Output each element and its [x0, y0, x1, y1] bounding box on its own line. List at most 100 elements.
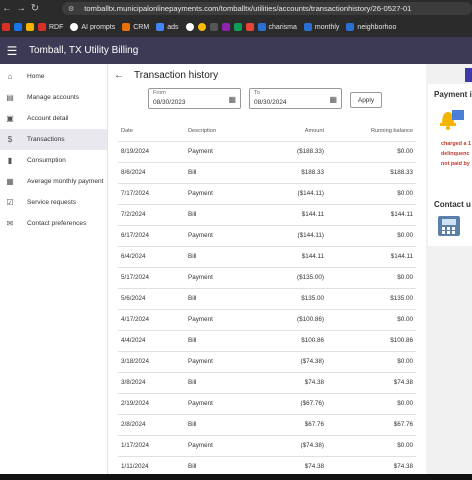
browser-toolbar: ← → ↻ ⚙ tomballtx.municipalonlinepayment…	[0, 0, 472, 17]
cell-balance: $135.00	[324, 288, 416, 310]
table-row: 4/17/2024 Payment ($100.86) $0.00	[118, 309, 416, 331]
from-label: From	[153, 90, 166, 96]
sidebar-item-label: Consumption	[27, 157, 66, 164]
address-bar[interactable]: ⚙ tomballtx.municipalonlinepayments.com/…	[62, 2, 472, 15]
bookmark-icon[interactable]	[26, 23, 34, 31]
table-row: 7/2/2024 Bill $144.11 $144.11	[118, 204, 416, 226]
cell-date: 2/19/2024	[118, 393, 188, 415]
date-filters: From 08/30/2023 ▦ To 08/30/2024 ▦ Apply	[148, 88, 382, 109]
hamburger-menu-icon[interactable]: ☰	[1, 44, 23, 58]
account-detail-icon: ▣	[6, 114, 14, 123]
cell-amount: $67.76	[246, 414, 324, 436]
cell-description: Payment	[188, 225, 246, 247]
forward-nav-icon[interactable]: →	[14, 3, 28, 14]
bookmark-icon[interactable]	[209, 23, 218, 31]
site-info-icon[interactable]: ⚙	[68, 5, 74, 13]
cell-description: Bill	[188, 330, 246, 352]
sidebar-item-transactions[interactable]: $ Transactions	[0, 129, 107, 150]
cell-description: Bill	[188, 204, 246, 226]
cell-description: Payment	[188, 309, 246, 331]
table-row: 5/6/2024 Bill $135.00 $135.00	[118, 288, 416, 310]
cell-date: 5/17/2024	[118, 267, 188, 289]
table-row: 5/17/2024 Payment ($135.00) $0.00	[118, 267, 416, 289]
sidebar-item-label: Transactions	[27, 136, 65, 143]
bookmark-crm[interactable]: CRM	[122, 23, 149, 31]
apply-button[interactable]: Apply	[350, 92, 382, 108]
cell-amount: ($74.38)	[246, 435, 324, 457]
cell-balance: $0.00	[324, 393, 416, 415]
sidebar-item-manage-accounts[interactable]: ▤ Manage accounts	[0, 87, 107, 108]
cell-date: 3/8/2024	[118, 372, 188, 394]
payment-info-card: Payment i charged a 1 delinquenc not pai…	[428, 84, 472, 209]
calendar-icon[interactable]: ▦	[228, 95, 236, 104]
column-header-description[interactable]: Description	[188, 121, 246, 142]
bookmark-icon[interactable]	[2, 23, 10, 31]
bookmark-icon[interactable]	[233, 23, 242, 31]
bookmark-icon[interactable]	[197, 23, 206, 31]
sidebar-item-home[interactable]: ⌂ Home	[0, 66, 107, 87]
cell-date: 3/18/2024	[118, 351, 188, 373]
cell-balance: $0.00	[324, 267, 416, 289]
consumption-icon: ▮	[7, 156, 13, 165]
sidebar-item-label: Account detail	[27, 115, 69, 122]
reload-icon[interactable]: ↻	[28, 3, 42, 14]
cell-date: 6/17/2024	[118, 225, 188, 247]
calendar-icon[interactable]: ▦	[329, 95, 337, 104]
to-date-field[interactable]: To 08/30/2024 ▦	[249, 88, 342, 109]
cell-amount: ($100.86)	[246, 309, 324, 331]
cell-description: Payment	[188, 267, 246, 289]
table-row: 4/4/2024 Bill $100.86 $100.86	[118, 330, 416, 352]
sidebar-item-contact-preferences[interactable]: ✉ Contact preferences	[0, 213, 107, 234]
table-header-row: Date Description Amount Running balance	[118, 121, 416, 142]
bookmark-rdf[interactable]: RDF	[38, 23, 63, 31]
page-title: Transaction history	[134, 69, 219, 81]
bookmark-monthly[interactable]: monthly	[303, 23, 339, 31]
table-row: 2/19/2024 Payment ($67.76) $0.00	[118, 393, 416, 415]
back-arrow-icon[interactable]: ←	[114, 70, 124, 81]
sidebar-item-consumption[interactable]: ▮ Consumption	[0, 150, 107, 171]
pay-button[interactable]	[465, 68, 472, 82]
bookmark-ai-prompts[interactable]: AI prompts	[70, 23, 115, 31]
sidebar: ⌂ Home ▤ Manage accounts ▣ Account detai…	[0, 64, 108, 480]
calendar-icon: ▦	[6, 177, 14, 186]
column-header-running-balance[interactable]: Running balance	[324, 121, 416, 142]
checkbox-icon: ☑	[6, 198, 14, 207]
table-row: 1/17/2024 Payment ($74.38) $0.00	[118, 435, 416, 457]
sidebar-item-label: Average monthly payment	[27, 178, 104, 185]
cell-description: Bill	[188, 288, 246, 310]
bookmark-neighborhood[interactable]: neighborhoo	[346, 23, 396, 31]
cell-balance: $188.33	[324, 162, 416, 184]
column-header-date[interactable]: Date	[118, 121, 188, 142]
cell-balance: $74.38	[324, 372, 416, 394]
bookmark-icon[interactable]	[14, 23, 22, 31]
table-row: 6/17/2024 Payment ($144.11) $0.00	[118, 225, 416, 247]
sidebar-item-average-monthly-payment[interactable]: ▦ Average monthly payment	[0, 171, 107, 192]
contact-card: Contact u	[428, 192, 472, 246]
bell-icon	[440, 110, 464, 130]
table-row: 2/8/2024 Bill $67.76 $67.76	[118, 414, 416, 436]
sidebar-item-service-requests[interactable]: ☑ Service requests	[0, 192, 107, 213]
from-date-field[interactable]: From 08/30/2023 ▦	[148, 88, 241, 109]
cell-date: 8/19/2024	[118, 141, 188, 163]
cell-balance: $0.00	[324, 183, 416, 205]
cell-description: Bill	[188, 246, 246, 268]
accounts-icon: ▤	[6, 93, 14, 102]
bookmark-charisma[interactable]: charisma	[257, 23, 297, 31]
cell-amount: ($135.00)	[246, 267, 324, 289]
back-nav-icon[interactable]: ←	[0, 3, 14, 14]
cell-amount: $74.38	[246, 372, 324, 394]
payment-info-title: Payment i	[434, 90, 472, 99]
cell-description: Bill	[188, 162, 246, 184]
cell-date: 1/17/2024	[118, 435, 188, 457]
phone-icon	[438, 216, 460, 236]
column-header-amount[interactable]: Amount	[246, 121, 324, 142]
bookmark-icon[interactable]	[221, 23, 230, 31]
sidebar-item-account-detail[interactable]: ▣ Account detail	[0, 108, 107, 129]
warning-line-1: charged a 1	[441, 141, 471, 147]
warning-line-3: not paid by	[441, 161, 470, 167]
bookmark-icon[interactable]	[245, 23, 254, 31]
cell-date: 6/4/2024	[118, 246, 188, 268]
cell-balance: $144.11	[324, 246, 416, 268]
bookmark-ads[interactable]: ads	[156, 23, 179, 31]
bookmark-icon[interactable]	[185, 23, 194, 31]
